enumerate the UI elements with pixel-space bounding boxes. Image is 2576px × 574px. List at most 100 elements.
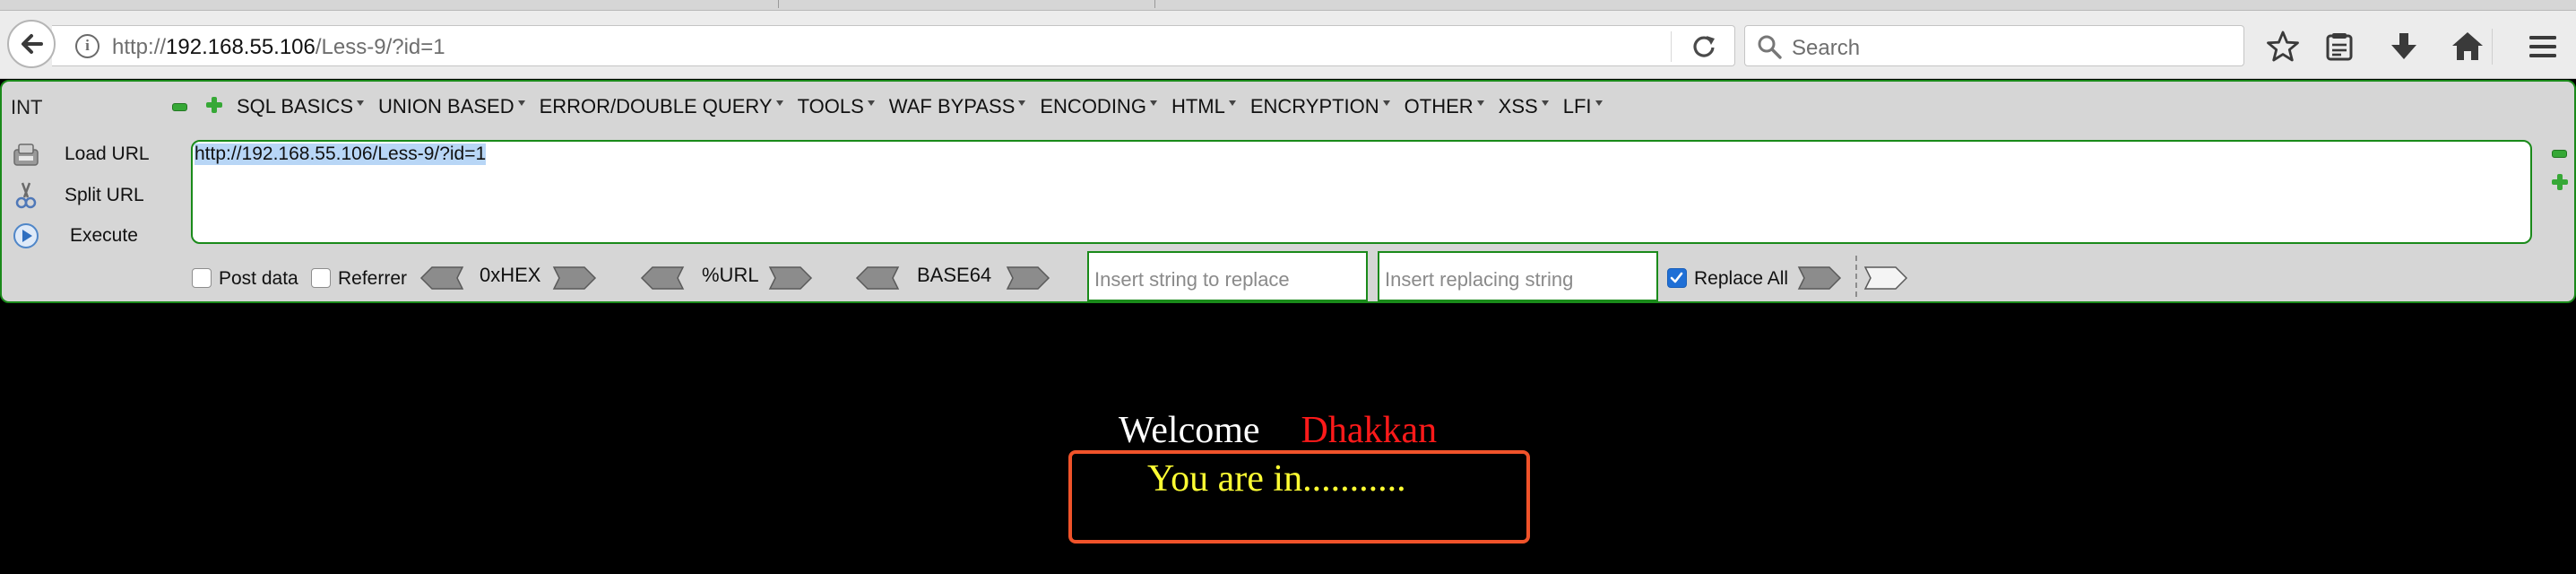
- base64-decode-arrow-icon[interactable]: [855, 265, 900, 291]
- url-prefix: http://: [112, 35, 167, 59]
- download-icon[interactable]: [2386, 29, 2422, 65]
- dropdown-caret-icon: [1382, 100, 1390, 106]
- post-data-label[interactable]: Post data: [219, 268, 298, 290]
- hackbar-panel: INT SQL BASICS UNION BASED ERROR/DOUBLE …: [0, 80, 2576, 303]
- menu-label: ENCRYPTION: [1249, 95, 1379, 117]
- menu-waf-bypass[interactable]: WAF BYPASS: [889, 95, 1026, 118]
- shrink-textarea-icon[interactable]: [2552, 150, 2567, 158]
- post-data-checkbox[interactable]: [192, 268, 212, 288]
- menu-encoding[interactable]: ENCODING: [1040, 95, 1157, 118]
- menu-sql-basics[interactable]: SQL BASICS: [237, 95, 365, 118]
- grow-textarea-icon[interactable]: [2551, 173, 2569, 191]
- dropdown-caret-icon: [357, 100, 365, 106]
- menu-label: XSS: [1498, 95, 1538, 117]
- home-icon[interactable]: [2450, 29, 2485, 65]
- menu-label: ENCODING: [1040, 95, 1146, 117]
- url-path: /Less-9/?id=1: [315, 35, 445, 59]
- replacing-string-placeholder: Insert replacing string: [1385, 268, 1574, 291]
- load-url-button[interactable]: Load URL: [11, 139, 150, 170]
- url-text[interactable]: http://192.168.55.106/Less-9/?id=1: [112, 35, 445, 60]
- url-decode-arrow-icon[interactable]: [640, 265, 685, 291]
- url-encode-arrow-icon[interactable]: [768, 265, 813, 291]
- load-url-label: Load URL: [65, 144, 150, 164]
- menu-tools[interactable]: TOOLS: [798, 95, 875, 118]
- dropdown-caret-icon: [867, 100, 875, 106]
- replace-apply-arrow-icon[interactable]: [1797, 265, 1842, 291]
- replace-all-checkbox[interactable]: [1667, 268, 1687, 288]
- menu-error-double-query[interactable]: ERROR/DOUBLE QUERY: [540, 95, 783, 118]
- scissors-icon: [15, 182, 37, 209]
- play-icon: [13, 223, 39, 248]
- bookmark-star-icon[interactable]: [2265, 29, 2301, 65]
- replace-string-input[interactable]: Insert string to replace: [1087, 251, 1368, 301]
- url-host: 192.168.55.106: [166, 35, 316, 59]
- dropdown-caret-icon: [517, 100, 525, 106]
- back-arrow-icon: [22, 34, 43, 54]
- toolbar-divider: [2492, 29, 2493, 65]
- hex-decode-arrow-icon[interactable]: [419, 265, 464, 291]
- base64-encode-arrow-icon[interactable]: [1006, 265, 1050, 291]
- dropdown-caret-icon: [1149, 100, 1157, 106]
- menu-lfi[interactable]: LFI: [1563, 95, 1603, 118]
- hex-encode-arrow-icon[interactable]: [552, 265, 597, 291]
- split-url-label: Split URL: [65, 185, 144, 205]
- execute-button[interactable]: Execute: [11, 221, 138, 251]
- url-encoding-label: %URL: [702, 264, 759, 286]
- hackbar-menu: SQL BASICS UNION BASED ERROR/DOUBLE QUER…: [237, 95, 1603, 118]
- url-textarea-value: http://192.168.55.106/Less-9/?id=1: [194, 144, 487, 165]
- menu-icon[interactable]: [2525, 29, 2561, 65]
- replace-string-placeholder: Insert string to replace: [1094, 268, 1290, 291]
- tab-divider: [1154, 0, 1155, 8]
- base64-label: BASE64: [917, 264, 992, 286]
- welcome-text: Welcome: [1119, 410, 1260, 451]
- url-textarea[interactable]: http://192.168.55.106/Less-9/?id=1: [191, 140, 2532, 244]
- increase-icon[interactable]: [205, 96, 223, 114]
- menu-label: OTHER: [1404, 95, 1474, 117]
- dropdown-caret-icon: [1476, 100, 1484, 106]
- referrer-label[interactable]: Referrer: [338, 268, 407, 290]
- tab-strip: [0, 0, 2576, 11]
- dropdown-caret-icon: [1595, 100, 1603, 106]
- hex-label: 0xHEX: [480, 264, 541, 286]
- load-url-icon: [13, 144, 39, 166]
- menu-label: LFI: [1562, 95, 1592, 117]
- menu-xss[interactable]: XSS: [1499, 95, 1549, 118]
- hackbar-mode-label[interactable]: INT: [11, 96, 42, 119]
- replacing-string-input[interactable]: Insert replacing string: [1378, 251, 1658, 301]
- url-bar[interactable]: i http://192.168.55.106/Less-9/?id=1: [52, 25, 1735, 66]
- menu-label: UNION BASED: [378, 95, 514, 117]
- menu-encryption[interactable]: ENCRYPTION: [1250, 95, 1390, 118]
- menu-label: ERROR/DOUBLE QUERY: [539, 95, 773, 117]
- back-button[interactable]: [7, 20, 56, 68]
- replace-apply-arrow-icon[interactable]: [1863, 265, 1908, 291]
- reload-icon[interactable]: [1690, 33, 1717, 60]
- dropdown-caret-icon: [1541, 100, 1549, 106]
- replace-all-label[interactable]: Replace All: [1694, 268, 1788, 290]
- search-icon: [1758, 35, 1782, 59]
- dropdown-caret-icon: [1228, 100, 1236, 106]
- decrease-icon[interactable]: [172, 103, 187, 111]
- welcome-name: Dhakkan: [1301, 410, 1438, 451]
- info-icon[interactable]: i: [75, 34, 99, 58]
- menu-label: WAF BYPASS: [888, 95, 1016, 117]
- dropdown-caret-icon: [1018, 100, 1026, 106]
- tab-divider: [778, 0, 779, 8]
- result-box: You are in...........: [1068, 450, 1530, 544]
- menu-other[interactable]: OTHER: [1405, 95, 1484, 118]
- split-url-button[interactable]: Split URL: [11, 180, 144, 211]
- hackbar-options-row: Post data Referrer 0xHEX %URL BASE64 Ins…: [2, 248, 2574, 302]
- search-bar[interactable]: Search: [1744, 25, 2244, 66]
- navigation-toolbar: i http://192.168.55.106/Less-9/?id=1 Sea…: [0, 11, 2576, 79]
- welcome-line: Welcome Dhakkan: [1119, 409, 1437, 452]
- menu-label: TOOLS: [797, 95, 864, 117]
- result-message: You are in...........: [1147, 458, 1406, 500]
- menu-html[interactable]: HTML: [1171, 95, 1236, 118]
- reading-list-icon[interactable]: [2321, 29, 2357, 65]
- menu-label: SQL BASICS: [237, 95, 354, 117]
- menu-label: HTML: [1171, 95, 1225, 117]
- options-divider: [1855, 256, 1857, 297]
- dropdown-caret-icon: [775, 100, 783, 106]
- referrer-checkbox[interactable]: [311, 268, 331, 288]
- search-placeholder: Search: [1792, 36, 1861, 60]
- menu-union-based[interactable]: UNION BASED: [378, 95, 525, 118]
